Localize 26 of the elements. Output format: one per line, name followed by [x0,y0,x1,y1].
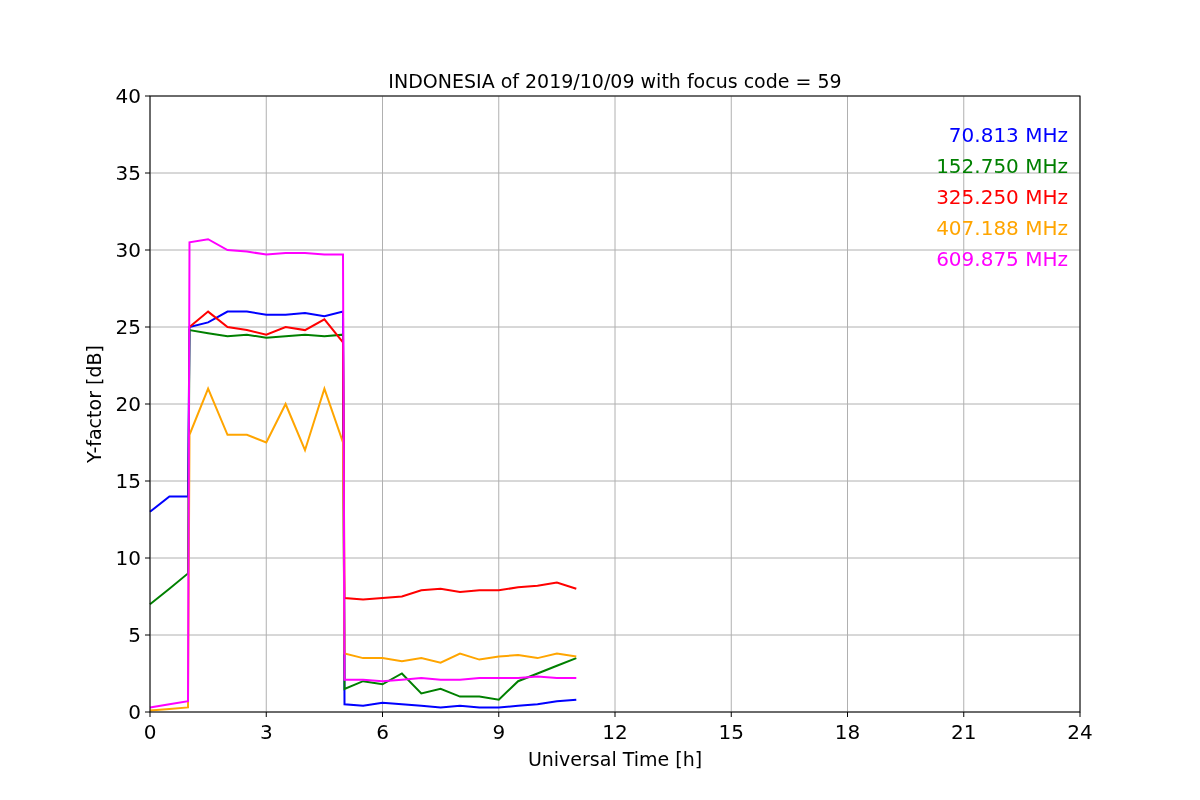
x-tick-label: 0 [143,720,157,744]
chart-title: INDONESIA of 2019/10/09 with focus code = 59 [388,70,842,92]
y-tick-label: 40 [115,84,141,108]
y-tick-label: 30 [115,238,141,262]
legend-entry: 609.875 MHz [936,247,1068,271]
y-tick-label: 5 [128,623,141,647]
legend-entry: 152.750 MHz [936,154,1068,178]
legend-entry: 70.813 MHz [948,123,1068,147]
y-tick-label: 25 [115,315,141,339]
y-tick-label: 0 [128,700,141,724]
x-tick-label: 9 [492,720,506,744]
x-tick-label: 6 [376,720,389,744]
y-axis-label: Y-factor [dB] [83,345,105,463]
x-tick-label: 18 [834,720,861,744]
x-tick-label: 21 [951,720,977,744]
x-tick-label: 24 [1067,720,1093,744]
y-tick-label: 35 [115,161,141,185]
legend-entry: 407.188 MHz [936,216,1068,240]
x-axis-label: Universal Time [h] [527,748,703,770]
x-tick-label: 12 [602,720,628,744]
legend-entry: 325.250 MHz [936,185,1068,209]
x-tick-label: 15 [718,720,744,744]
x-tick-label: 3 [259,720,273,744]
y-tick-label: 15 [115,469,141,493]
y-tick-label: 20 [115,392,141,416]
y-tick-label: 10 [115,546,141,570]
